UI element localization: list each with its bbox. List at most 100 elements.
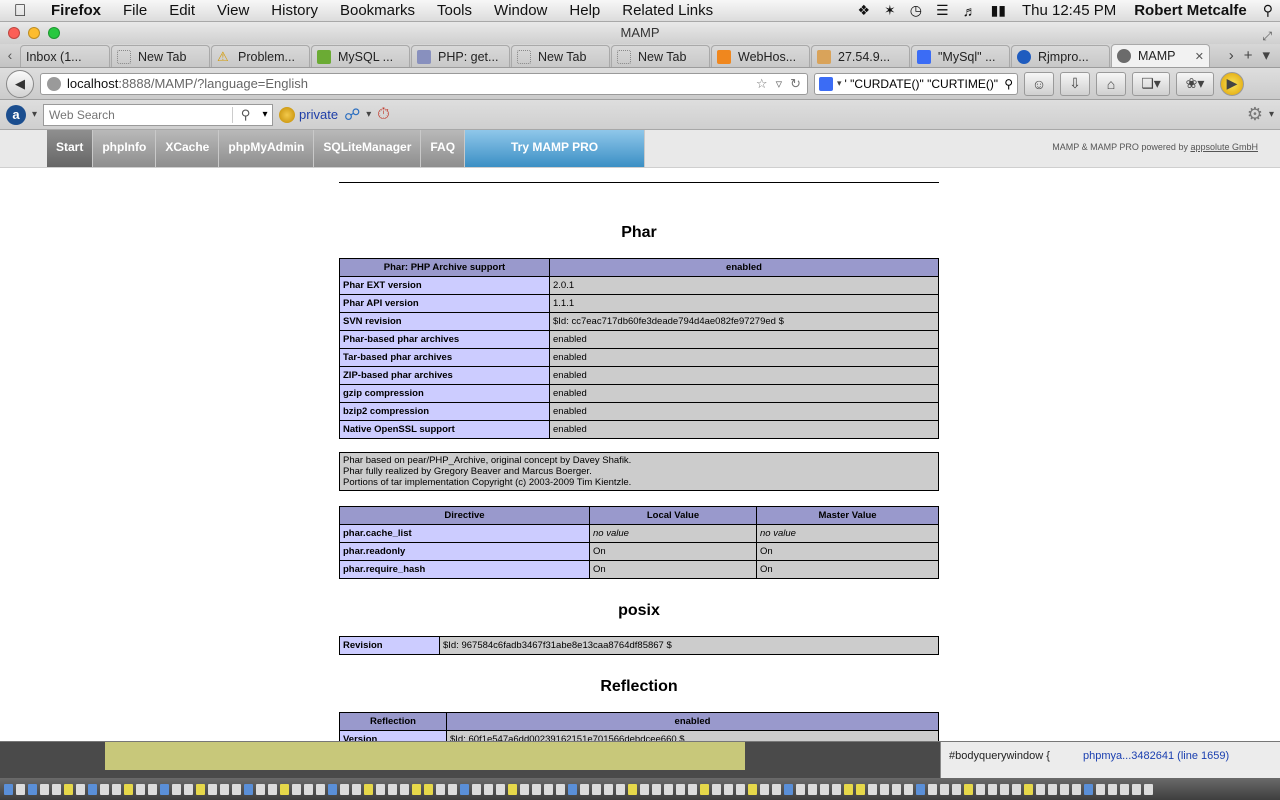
bookmark-star-icon[interactable]: ☆ [756, 76, 768, 92]
time-machine-icon[interactable]: ◷ [903, 2, 929, 19]
dock-app-icon[interactable] [280, 783, 289, 795]
dropbox-icon[interactable]: ❖ [850, 2, 877, 19]
appsolute-link[interactable]: appsolute GmbH [1190, 142, 1258, 152]
dock-app-icon[interactable] [904, 783, 913, 795]
dock-app-icon[interactable] [688, 783, 697, 795]
search-icon[interactable]: ⚲ [232, 106, 258, 123]
dock-app-icon[interactable] [1072, 783, 1081, 795]
downloads-icon[interactable]: ⇩ [1060, 71, 1090, 96]
search-bar[interactable]: ▾ ' "CURDATE()" "CURTIME()" ⚲ [814, 72, 1018, 95]
dock-app-icon[interactable] [76, 783, 85, 795]
dock-app-icon[interactable] [388, 783, 397, 795]
menubar-user[interactable]: Robert Metcalfe [1125, 2, 1256, 19]
dock-app-icon[interactable] [772, 783, 781, 795]
menu-view[interactable]: View [206, 2, 260, 19]
dock-app-icon[interactable] [232, 783, 241, 795]
dock-app-icon[interactable] [208, 783, 217, 795]
dock-app-icon[interactable] [916, 783, 925, 795]
dock-app-icon[interactable] [616, 783, 625, 795]
tab-phpmyadmin-host[interactable]: 27.54.9... [811, 45, 910, 67]
menu-tools[interactable]: Tools [426, 2, 483, 19]
dock-app-icon[interactable] [496, 783, 505, 795]
dock-app-icon[interactable] [832, 783, 841, 795]
dock-app-icon[interactable] [580, 783, 589, 795]
dock-app-icon[interactable] [676, 783, 685, 795]
tab-new-tab[interactable]: New Tab [111, 45, 210, 67]
dock-app-icon[interactable] [640, 783, 649, 795]
dock-app-icon[interactable] [1012, 783, 1021, 795]
url-bar[interactable]: localhost :8888/MAMP/?language=English ☆… [40, 72, 808, 95]
dock-app-icon[interactable] [196, 783, 205, 795]
battery-icon[interactable]: ▮▮ [984, 2, 1013, 19]
dock-app-icon[interactable] [700, 783, 709, 795]
dock-app-icon[interactable] [364, 783, 373, 795]
tab-rjmpro[interactable]: Rjmpro... [1011, 45, 1110, 67]
dock-app-icon[interactable] [724, 783, 733, 795]
dock-app-icon[interactable] [328, 783, 337, 795]
dock-app-icon[interactable] [316, 783, 325, 795]
dock-app-icon[interactable] [784, 783, 793, 795]
dock-app-icon[interactable] [652, 783, 661, 795]
menu-window[interactable]: Window [483, 2, 558, 19]
addon-button[interactable]: ☺ [1024, 71, 1054, 96]
site-identity-icon[interactable] [47, 76, 61, 91]
menu-related-links[interactable]: Related Links [611, 2, 724, 19]
dock-app-icon[interactable] [520, 783, 529, 795]
wifi-icon[interactable]: ☰ [929, 2, 956, 19]
dock-app-icon[interactable] [1000, 783, 1009, 795]
web-search-input[interactable] [44, 107, 233, 122]
tab-problem[interactable]: ⚠ Problem... [211, 45, 310, 67]
bluetooth-icon[interactable]: ✶ [877, 2, 903, 19]
dock-app-icon[interactable] [148, 783, 157, 795]
search-input[interactable]: ' "CURDATE()" "CURTIME()" [845, 77, 999, 91]
dock-app-icon[interactable] [136, 783, 145, 795]
dock-app-icon[interactable] [172, 783, 181, 795]
dock-app-icon[interactable] [868, 783, 877, 795]
dock-app-icon[interactable] [448, 783, 457, 795]
dock-app-icon[interactable] [532, 783, 541, 795]
tab-inbox[interactable]: Inbox (1... [20, 45, 110, 67]
close-window-button[interactable] [8, 27, 20, 39]
dock-app-icon[interactable] [796, 783, 805, 795]
ask-logo-icon[interactable]: a [6, 104, 26, 125]
dock-app-icon[interactable] [928, 783, 937, 795]
dock-app-icon[interactable] [820, 783, 829, 795]
back-button[interactable]: ◀ [6, 69, 34, 98]
dock-app-icon[interactable] [64, 783, 73, 795]
dock-app-icon[interactable] [1060, 783, 1069, 795]
dock-app-icon[interactable] [1108, 783, 1117, 795]
dock-app-icon[interactable] [844, 783, 853, 795]
dock-app-icon[interactable] [988, 783, 997, 795]
search-icon[interactable]: ⚲ [1256, 2, 1280, 19]
mamp-nav-start[interactable]: Start [47, 130, 94, 167]
reload-icon[interactable]: ↻ [790, 76, 801, 92]
tab-new-tab[interactable]: New Tab [611, 45, 710, 67]
menu-history[interactable]: History [260, 2, 329, 19]
dock-app-icon[interactable] [604, 783, 613, 795]
mamp-nav-sqlitemanager[interactable]: SQLiteManager [314, 130, 422, 167]
dock-app-icon[interactable] [472, 783, 481, 795]
link-dropdown-icon[interactable]: ▾ [366, 109, 371, 120]
gear-icon[interactable]: ⚙ [1247, 104, 1263, 125]
dock-app-icon[interactable] [220, 783, 229, 795]
menu-edit[interactable]: Edit [158, 2, 206, 19]
web-search-dropdown-icon[interactable]: ▾ [258, 109, 272, 120]
dock-app-icon[interactable] [1096, 783, 1105, 795]
dock-app-icon[interactable] [1120, 783, 1129, 795]
dock-app-icon[interactable] [292, 783, 301, 795]
menu-bookmarks[interactable]: Bookmarks [329, 2, 426, 19]
tab-scroll-left-icon[interactable]: ‹ [0, 43, 20, 67]
dock-app-icon[interactable] [808, 783, 817, 795]
tab-new-tab[interactable]: New Tab [511, 45, 610, 67]
timer-icon[interactable]: ⏱ [377, 106, 389, 124]
mamp-nav-phpinfo[interactable]: phpInfo [93, 130, 157, 167]
dock-app-icon[interactable] [304, 783, 313, 795]
google-icon[interactable] [819, 76, 833, 91]
dock-app-icon[interactable] [976, 783, 985, 795]
dock-app-icon[interactable] [184, 783, 193, 795]
firebug-icon[interactable]: ❀▾ [1176, 71, 1214, 96]
dock-app-icon[interactable] [592, 783, 601, 795]
dock-app-icon[interactable] [100, 783, 109, 795]
dock-app-icon[interactable] [40, 783, 49, 795]
web-search-box[interactable]: ⚲ ▾ [43, 103, 274, 126]
